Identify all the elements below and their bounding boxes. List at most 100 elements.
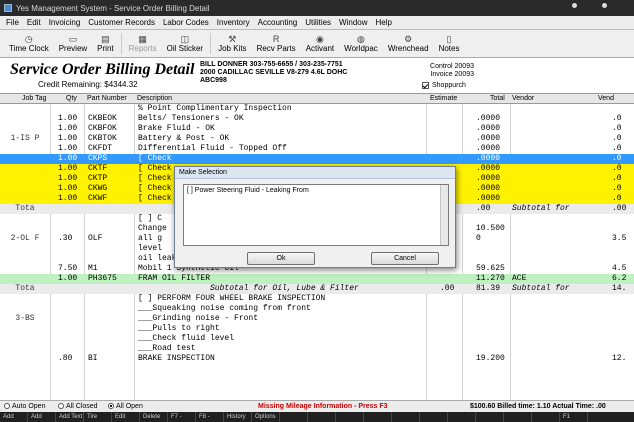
function-key-button[interactable] bbox=[476, 412, 504, 422]
table-row[interactable]: ___Check fluid level bbox=[0, 334, 634, 344]
selection-list[interactable]: [ ] Power Steering Fluid - Leaking From bbox=[183, 184, 449, 246]
toolbar-reports-button[interactable]: ▦ Reports bbox=[124, 30, 162, 57]
column-vend[interactable]: Vend bbox=[598, 95, 614, 102]
toolbar-recv-parts-button[interactable]: R Recv Parts bbox=[252, 30, 301, 57]
ok-button[interactable]: Ok bbox=[247, 252, 315, 265]
table-row[interactable]: 1.00 CKBEOK Belts/ Tensioners - OK .0000 .0 bbox=[0, 114, 634, 124]
menu-utilities[interactable]: Utilities bbox=[305, 18, 331, 27]
column-estimate[interactable]: Estimate bbox=[430, 95, 457, 102]
toolbar-notes-button[interactable]: ▯ Notes bbox=[434, 30, 465, 57]
dialog-scrollbar[interactable] bbox=[440, 185, 448, 245]
job-tag[interactable]: 2-OL F bbox=[0, 234, 50, 244]
toolbar-worldpac-button[interactable]: ◍ Worldpac bbox=[339, 30, 383, 57]
window-dot-icon[interactable] bbox=[572, 3, 577, 8]
cell-part-number: M1 bbox=[88, 264, 98, 273]
radio-icon[interactable] bbox=[4, 403, 10, 409]
function-key-button[interactable] bbox=[448, 412, 476, 422]
table-row[interactable]: 1.00 CKFDT Differential Fluid - Topped Off… bbox=[0, 144, 634, 154]
toolbar-button-label: Job Kits bbox=[218, 44, 247, 53]
column-job-tag[interactable]: Job Tag bbox=[22, 95, 46, 102]
function-key-button[interactable]: F8 - Detail bbox=[196, 412, 224, 422]
function-key-button[interactable] bbox=[392, 412, 420, 422]
toolbar-preview-button[interactable]: ▭ Preview bbox=[54, 30, 92, 57]
toolbar-activant-button[interactable]: ◉ Activant bbox=[301, 30, 339, 57]
table-row[interactable]: [ ] PERFORM FOUR WHEEL BRAKE INSPECTION bbox=[0, 294, 634, 304]
function-key-button[interactable]: Add Text bbox=[56, 412, 84, 422]
menu-invoicing[interactable]: Invoicing bbox=[49, 18, 81, 27]
job-tag[interactable]: Tota bbox=[0, 204, 50, 214]
cell-description: ___Check fluid level bbox=[138, 334, 235, 343]
cell-qty: 7.50 bbox=[58, 264, 78, 273]
function-key-button[interactable]: Add Parts bbox=[28, 412, 56, 422]
function-key-button[interactable]: Add Labor bbox=[0, 412, 28, 422]
all-closed-option[interactable]: All Closed bbox=[58, 403, 98, 410]
function-key-button[interactable]: Edit bbox=[112, 412, 140, 422]
app-icon bbox=[4, 4, 12, 12]
menu-edit[interactable]: Edit bbox=[27, 18, 41, 27]
job-tag[interactable]: Tota bbox=[0, 284, 50, 294]
toolbar-wrenchead-button[interactable]: ⚙ Wrenchead bbox=[383, 30, 434, 57]
toolbar-job-kits-button[interactable]: ⚒ Job Kits bbox=[213, 30, 251, 57]
table-row[interactable]: % Point Complimentary Inspection bbox=[0, 104, 634, 114]
table-row[interactable]: 1.00 CKBTOK Battery & Post - OK .0000 .0 bbox=[0, 134, 634, 144]
table-row[interactable]: ___Grinding noise - Front bbox=[0, 314, 634, 324]
all-open-option[interactable]: All Open bbox=[108, 403, 143, 410]
menu-window[interactable]: Window bbox=[339, 18, 367, 27]
job-tag[interactable]: 1-IS P bbox=[0, 134, 50, 144]
function-key-button[interactable] bbox=[364, 412, 392, 422]
all-closed-label: All Closed bbox=[66, 403, 98, 410]
function-key-button[interactable] bbox=[504, 412, 532, 422]
cell-vend: .00 bbox=[612, 204, 627, 213]
menu-file[interactable]: File bbox=[6, 18, 19, 27]
toolbar-oil-sticker-button[interactable]: ◫ Oil Sticker bbox=[162, 30, 208, 57]
toolbar-time-clock-button[interactable]: ◷ Time Clock bbox=[4, 30, 54, 57]
cell-qty: 1.00 bbox=[58, 114, 78, 123]
cell-vend: .0 bbox=[612, 194, 622, 203]
function-key-button[interactable]: History bbox=[224, 412, 252, 422]
function-key-button[interactable] bbox=[420, 412, 448, 422]
function-key-button[interactable] bbox=[532, 412, 560, 422]
shop-purchase-toggle[interactable]: Shoppurch bbox=[422, 82, 466, 89]
table-row[interactable]: ___Road test bbox=[0, 344, 634, 354]
cell-vend: 3.5 bbox=[612, 234, 627, 243]
cell-qty: .80 bbox=[58, 354, 73, 363]
function-key-button[interactable]: F1 bbox=[560, 412, 588, 422]
radio-icon[interactable] bbox=[58, 403, 64, 409]
cell-description: [ Check bbox=[138, 164, 172, 173]
table-row[interactable]: ___Squeaking noise coming from front bbox=[0, 304, 634, 314]
menu-customer-records[interactable]: Customer Records bbox=[88, 18, 155, 27]
cancel-button[interactable]: Cancel bbox=[371, 252, 439, 265]
function-key-button[interactable]: F7 - Totals bbox=[168, 412, 196, 422]
column-total[interactable]: Total bbox=[490, 95, 505, 102]
function-key-button[interactable] bbox=[280, 412, 308, 422]
table-row[interactable]: ___Pulls to right bbox=[0, 324, 634, 334]
column-description[interactable]: Description bbox=[137, 95, 172, 102]
table-row[interactable]: .80 BI BRAKE INSPECTION 19.200 12. bbox=[0, 354, 634, 364]
table-row[interactable]: Subtotal for Oil, Lube & Filter .00 81.39 S… bbox=[0, 284, 634, 294]
column-part-number[interactable]: Part Number bbox=[87, 95, 127, 102]
menu-labor-codes[interactable]: Labor Codes bbox=[163, 18, 209, 27]
toolbar-print-button[interactable]: ▤ Print bbox=[92, 30, 118, 57]
auto-open-option[interactable]: Auto Open bbox=[4, 403, 45, 410]
job-tag[interactable]: 3-BS bbox=[0, 314, 50, 324]
window-dot-icon[interactable] bbox=[602, 3, 607, 8]
function-key-button[interactable]: Tire Guide bbox=[84, 412, 112, 422]
selection-item[interactable]: [ ] Power Steering Fluid - Leaking From bbox=[187, 187, 445, 194]
cell-description: ___Grinding noise - Front bbox=[138, 314, 259, 323]
column-vendor[interactable]: Vendor bbox=[512, 95, 534, 102]
table-row[interactable]: 1.00 PH3675 FRAM OIL FILTER 11.270 ACE 6.2 bbox=[0, 274, 634, 284]
menu-inventory[interactable]: Inventory bbox=[217, 18, 250, 27]
cell-description: level bbox=[138, 244, 163, 253]
function-key-button[interactable]: Options bbox=[252, 412, 280, 422]
column-qty[interactable]: Qty bbox=[66, 95, 77, 102]
radio-icon[interactable] bbox=[108, 403, 114, 409]
function-key-button[interactable]: Delete bbox=[140, 412, 168, 422]
cell-total: .0000 bbox=[476, 124, 501, 133]
function-key-button[interactable] bbox=[308, 412, 336, 422]
menu-accounting[interactable]: Accounting bbox=[258, 18, 298, 27]
table-row[interactable]: 1.00 CKBFOK Brake Fluid - OK .0000 .0 bbox=[0, 124, 634, 134]
function-key-button[interactable] bbox=[336, 412, 364, 422]
shop-purchase-checkbox[interactable] bbox=[422, 82, 429, 89]
menu-help[interactable]: Help bbox=[376, 18, 392, 27]
table-row[interactable]: 1.00 CKPS [ Check .0000 .0 bbox=[0, 154, 634, 164]
